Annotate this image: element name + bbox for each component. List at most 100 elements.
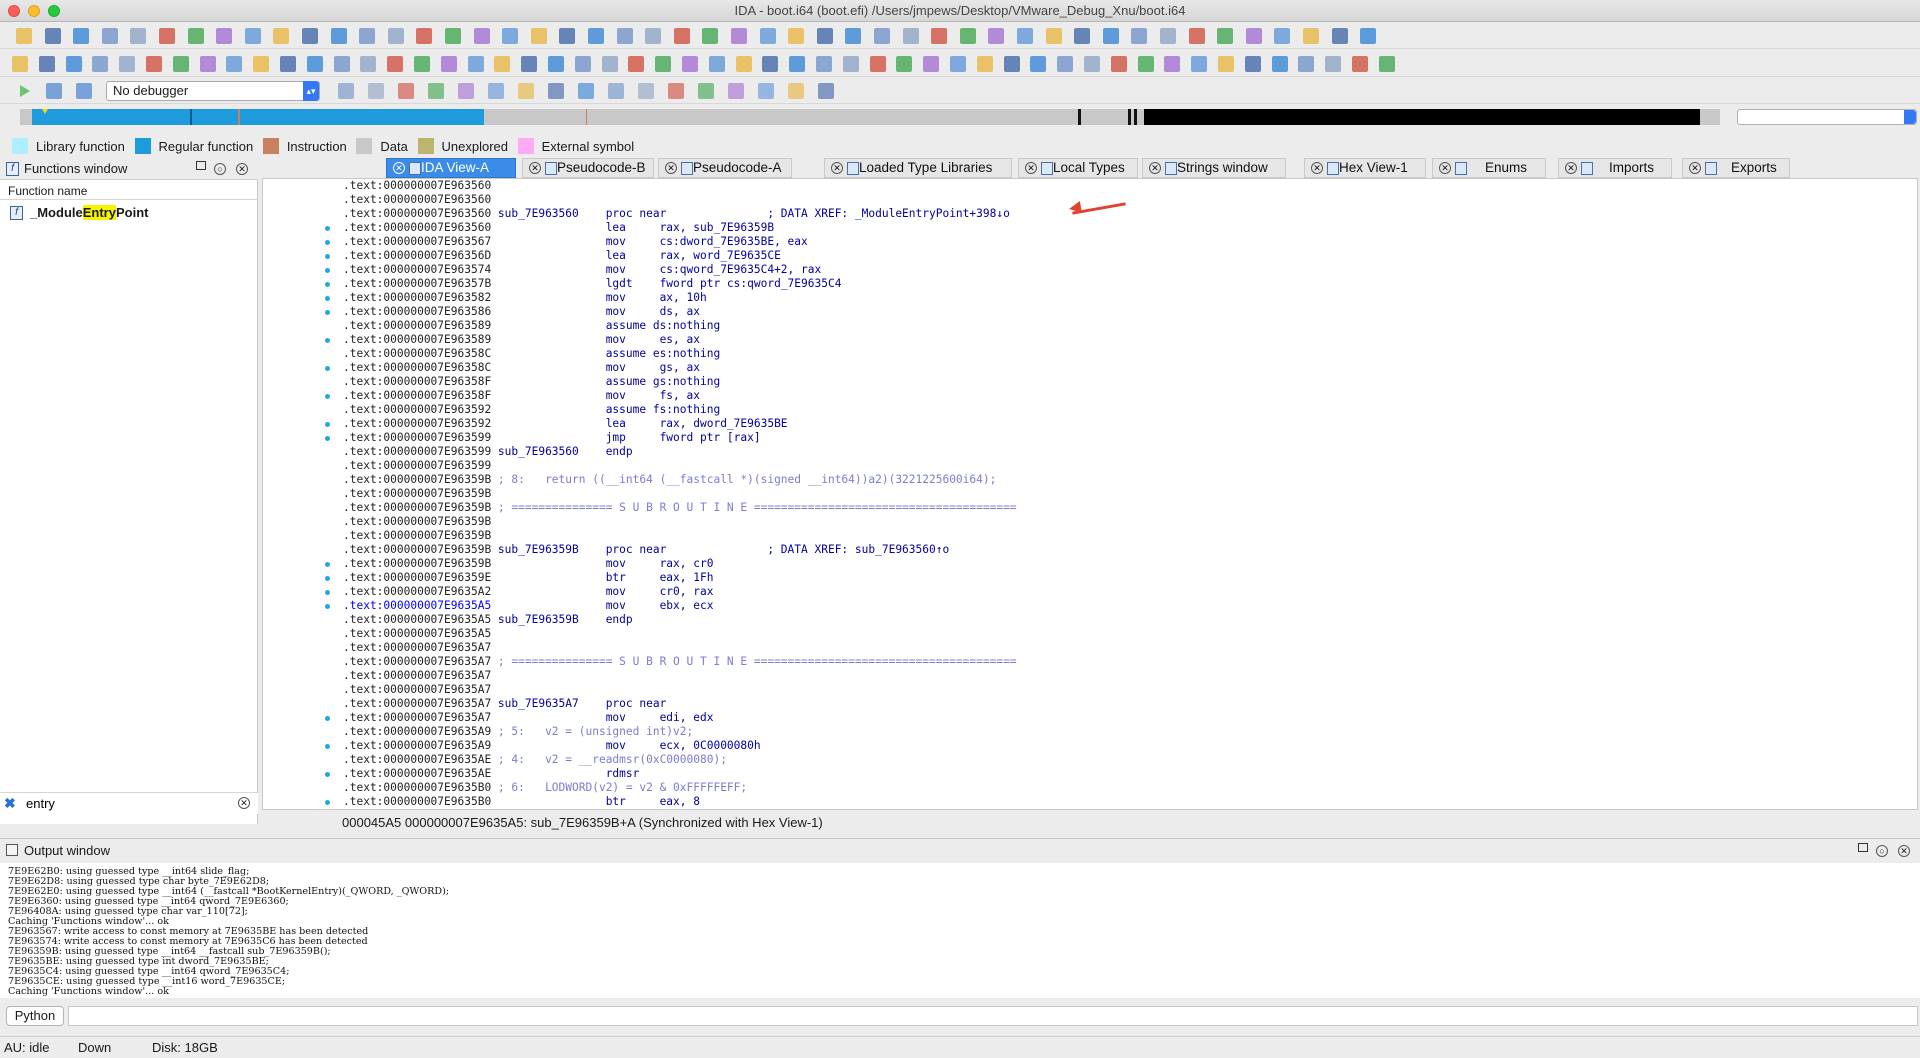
- disasm-line[interactable]: .text:000000007E96359B: [343, 487, 1017, 501]
- save-icon[interactable]: [1045, 28, 1062, 44]
- tab-hex-view-1[interactable]: ✕ Hex View-1: [1304, 158, 1426, 178]
- graph-icon[interactable]: [306, 56, 323, 72]
- disasm-line[interactable]: .text:000000007E9635A9 mov ecx, 0C000008…: [343, 739, 1017, 753]
- toolbar-icon[interactable]: [762, 56, 779, 72]
- delete-icon[interactable]: [1244, 56, 1261, 72]
- disasm-line[interactable]: .text:000000007E96356D lea rax, word_7E9…: [343, 249, 1017, 263]
- delete-icon[interactable]: [708, 56, 725, 72]
- debugger-toolbar-icon[interactable]: [818, 83, 834, 99]
- toolbar-icon[interactable]: [273, 28, 290, 44]
- graph-icon[interactable]: [1057, 56, 1074, 72]
- add-icon[interactable]: [682, 56, 698, 72]
- forward-icon[interactable]: [1102, 28, 1119, 44]
- maximize-icon[interactable]: [1858, 843, 1868, 852]
- toolbar-icon[interactable]: [655, 56, 672, 72]
- debugger-toolbar-icon[interactable]: [398, 83, 414, 99]
- save-icon[interactable]: [902, 28, 919, 44]
- graph-icon[interactable]: [628, 56, 645, 72]
- back-icon[interactable]: [931, 28, 948, 44]
- toolbar-icon[interactable]: [1131, 28, 1148, 44]
- debugger-toolbar-icon[interactable]: [758, 83, 774, 99]
- float-icon[interactable]: ○: [214, 163, 226, 175]
- disasm-line[interactable]: .text:000000007E963599 sub_7E963560 endp: [343, 445, 1017, 459]
- add-icon[interactable]: [146, 56, 162, 72]
- function-filter-input[interactable]: [26, 795, 226, 812]
- close-tab-icon[interactable]: ✕: [529, 162, 541, 174]
- disassembly-listing[interactable]: .text:000000007E963560 .text:000000007E96…: [343, 179, 1017, 809]
- tab-pseudocode-b[interactable]: ✕ Pseudocode-B: [522, 158, 654, 178]
- open-file-icon[interactable]: [1303, 28, 1319, 44]
- zoom-window-button[interactable]: [48, 5, 60, 17]
- add-icon[interactable]: [253, 56, 270, 72]
- disasm-line[interactable]: .text:000000007E9635A7: [343, 683, 1017, 697]
- toolbar-icon[interactable]: [1191, 56, 1208, 72]
- toolbar-icon[interactable]: [119, 56, 136, 72]
- graph-icon[interactable]: [1378, 56, 1395, 72]
- tab-loaded-type-libraries[interactable]: ✕ Loaded Type Libraries: [824, 158, 1012, 178]
- close-tab-icon[interactable]: ✕: [831, 162, 843, 174]
- graph-icon[interactable]: [521, 56, 538, 72]
- delete-icon[interactable]: [923, 56, 940, 72]
- tab-pseudocode-a[interactable]: ✕ Pseudocode-A: [658, 158, 792, 178]
- function-list-item[interactable]: f _ModuleEntryPoint: [0, 204, 258, 222]
- add-icon[interactable]: [1003, 56, 1020, 72]
- disasm-line[interactable]: .text:000000007E96358C mov gs, ax: [343, 361, 1017, 375]
- graph-icon[interactable]: [1271, 56, 1288, 72]
- disasm-line[interactable]: .text:000000007E963599: [343, 459, 1017, 473]
- graph-icon[interactable]: [735, 56, 752, 72]
- close-tab-icon[interactable]: ✕: [1439, 162, 1451, 174]
- back-icon[interactable]: [1217, 28, 1234, 44]
- close-tab-icon[interactable]: ✕: [393, 162, 405, 174]
- disasm-line[interactable]: .text:000000007E963592 lea rax, dword_7E…: [343, 417, 1017, 431]
- graph-icon[interactable]: [842, 56, 859, 72]
- add-icon[interactable]: [467, 56, 484, 72]
- disasm-line[interactable]: .text:000000007E96359B sub_7E96359B proc…: [343, 543, 1017, 557]
- tab-exports[interactable]: ✕ Exports: [1682, 158, 1790, 178]
- add-icon[interactable]: [789, 56, 806, 72]
- forward-icon[interactable]: [959, 28, 976, 44]
- toolbar-icon[interactable]: [869, 56, 886, 72]
- disasm-line[interactable]: .text:000000007E96358C assume es:nothing: [343, 347, 1017, 361]
- back-icon[interactable]: [359, 28, 376, 44]
- open-file-icon[interactable]: [445, 28, 461, 44]
- disasm-line[interactable]: .text:000000007E963560: [343, 193, 1017, 207]
- toolbar-icon[interactable]: [559, 28, 576, 44]
- open-file-icon[interactable]: [1017, 28, 1033, 44]
- navigation-band[interactable]: [20, 109, 1720, 125]
- disasm-line[interactable]: .text:000000007E963592 assume fs:nothing: [343, 403, 1017, 417]
- toolbar-icon[interactable]: [976, 56, 993, 72]
- save-icon[interactable]: [473, 28, 490, 44]
- delete-icon[interactable]: [816, 56, 832, 72]
- tab-local-types[interactable]: ✕ Local Types: [1018, 158, 1138, 178]
- disasm-line[interactable]: .text:000000007E9635A7: [343, 669, 1017, 683]
- open-file-icon[interactable]: [302, 28, 318, 44]
- graph-icon[interactable]: [1164, 56, 1181, 72]
- toolbar-icon[interactable]: [1084, 56, 1100, 72]
- minimize-window-button[interactable]: [28, 5, 40, 17]
- disasm-line[interactable]: .text:000000007E963560 sub_7E963560 proc…: [343, 207, 1017, 221]
- disasm-line[interactable]: .text:000000007E9635B0 ; 6: LODWORD(v2) …: [343, 781, 1017, 795]
- back-icon[interactable]: [216, 28, 233, 44]
- debugger-toolbar-icon[interactable]: [368, 83, 384, 99]
- debugger-toolbar-icon[interactable]: [428, 83, 444, 99]
- back-icon[interactable]: [1360, 28, 1377, 44]
- debugger-toolbar-icon[interactable]: [698, 83, 714, 99]
- disasm-line[interactable]: .text:000000007E9635AE ; 4: v2 = __readm…: [343, 753, 1017, 767]
- add-icon[interactable]: [38, 56, 55, 72]
- python-button[interactable]: Python: [6, 1006, 64, 1026]
- delete-icon[interactable]: [1352, 56, 1368, 72]
- disasm-line[interactable]: .text:000000007E9635A5 sub_7E96359B endp: [343, 613, 1017, 627]
- toolbar-icon[interactable]: [333, 56, 350, 72]
- close-icon[interactable]: ✕: [236, 163, 248, 175]
- add-icon[interactable]: [574, 56, 591, 72]
- maximize-icon[interactable]: [196, 161, 206, 170]
- forward-icon[interactable]: [1245, 28, 1262, 44]
- toolbar-icon[interactable]: [440, 56, 457, 72]
- toolbar-icon[interactable]: [416, 28, 433, 44]
- add-icon[interactable]: [1110, 56, 1127, 72]
- pause-icon[interactable]: [46, 83, 62, 99]
- disasm-line[interactable]: .text:000000007E963582 mov ax, 10h: [343, 291, 1017, 305]
- save-icon[interactable]: [616, 28, 633, 44]
- open-file-icon[interactable]: [16, 28, 32, 44]
- disasm-line[interactable]: .text:000000007E963560: [343, 179, 1017, 193]
